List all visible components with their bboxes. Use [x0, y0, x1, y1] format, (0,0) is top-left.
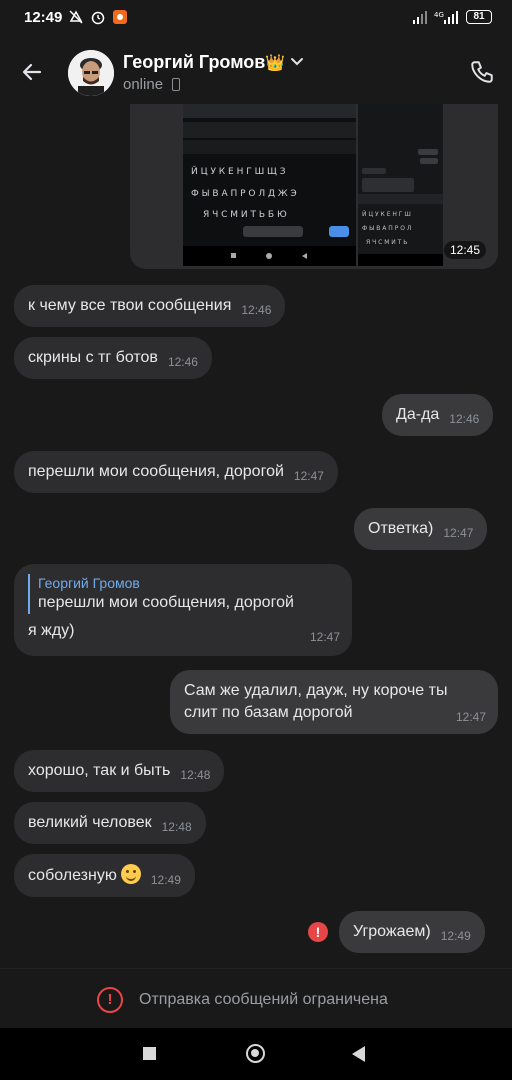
message-text: я жду): [28, 622, 75, 639]
recent-apps-button[interactable]: [143, 1047, 156, 1060]
mobile-device-icon: [172, 78, 180, 91]
avatar[interactable]: [68, 50, 114, 96]
svg-text:Ф Ы В А П Р О Л Д Ж Э: Ф Ы В А П Р О Л Д Ж Э: [191, 189, 297, 199]
message-time: 12:46: [241, 303, 272, 317]
call-button[interactable]: [466, 56, 498, 88]
message-text: Сам же удалил, дауж, ну короче ты слит п…: [184, 682, 448, 721]
message-bubble[interactable]: скрины с тг ботов 12:46: [14, 337, 212, 379]
message-time: 12:48: [161, 820, 192, 834]
smiling-face-emoji-icon: [120, 864, 141, 884]
image-message[interactable]: Й Ц У К Е Н Г Ш Щ З Ф Ы В А П Р О Л Д Ж …: [130, 104, 498, 269]
app-notification-icon: [112, 9, 128, 25]
message-bubble[interactable]: соболезную 12:49: [14, 854, 195, 897]
arrow-left-icon: [22, 63, 42, 81]
signal-icon: [412, 9, 428, 25]
message-bubble[interactable]: Угрожаем) 12:49: [339, 911, 485, 953]
svg-text:Й Ц У К Е Н Г Ш Щ З: Й Ц У К Е Н Г Ш Щ З: [191, 165, 286, 177]
quoted-author: Георгий Громов: [38, 575, 140, 591]
contact-status: online: [123, 76, 164, 93]
message-time: 12:45: [443, 241, 486, 259]
warning-icon: !: [97, 987, 123, 1013]
alarm-icon: [90, 9, 106, 25]
quoted-text: перешли мои сообщения, дорогой: [38, 594, 294, 611]
contact-name[interactable]: Георгий Громов: [123, 52, 265, 73]
reply-message-bubble[interactable]: Георгий Громов перешли мои сообщения, до…: [14, 564, 352, 656]
message-bubble[interactable]: Ответка) 12:47: [354, 508, 488, 550]
message-bubble[interactable]: Да-да 12:46: [382, 394, 494, 436]
message-bubble[interactable]: великий человек 12:48: [14, 802, 206, 844]
message-text: великий человек: [28, 814, 152, 831]
dnd-off-icon: [68, 9, 84, 25]
message-text: Ответка): [368, 520, 434, 537]
send-error-icon[interactable]: !: [308, 922, 328, 942]
message-time: 12:47: [443, 526, 474, 540]
message-time: 12:47: [293, 469, 324, 483]
message-time: 12:46: [449, 412, 480, 426]
svg-text:4G: 4G: [434, 11, 444, 19]
screenshot-thumbnail: Й Ц У К Е Н Г Ш Щ З Ф Ы В А П Р О Л Д Ж …: [183, 104, 356, 266]
message-text: Угрожаем): [353, 923, 431, 940]
system-navigation-bar: [0, 1028, 512, 1080]
message-time: 12:49: [440, 929, 471, 943]
system-back-button[interactable]: [352, 1046, 365, 1062]
avatar-image: [68, 50, 114, 96]
message-time: 12:47: [309, 630, 340, 644]
message-bubble[interactable]: хорошо, так и быть 12:48: [14, 750, 225, 792]
message-text: перешли мои сообщения, дорогой: [28, 463, 284, 480]
message-time: 12:46: [167, 355, 198, 369]
message-bubble[interactable]: к чему все твои сообщения 12:46: [14, 285, 286, 327]
message-time: 12:49: [150, 873, 181, 887]
message-bubble[interactable]: перешли мои сообщения, дорогой 12:47: [14, 451, 338, 493]
crown-icon: 👑: [265, 55, 285, 72]
svg-text:Я Ч С М И Т Ь: Я Ч С М И Т Ь: [366, 239, 407, 246]
screenshot-thumbnail: Й Ц У К Е Н Г Ш Ф Ы В А П Р О Л Я Ч С М …: [358, 104, 443, 266]
message-bubble[interactable]: Сам же удалил, дауж, ну короче ты слит п…: [170, 670, 498, 734]
status-time: 12:49: [24, 9, 63, 26]
svg-text:Ф Ы В А П Р О Л: Ф Ы В А П Р О Л: [362, 225, 411, 232]
phone-icon: [471, 61, 493, 83]
back-button[interactable]: [16, 56, 48, 88]
message-text: Да-да: [396, 406, 440, 423]
chevron-down-icon[interactable]: [290, 55, 304, 69]
message-time: 12:48: [180, 768, 211, 782]
network-signal-icon: 4G: [434, 9, 460, 25]
messaging-restricted-bar: ! Отправка сообщений ограничена: [0, 968, 512, 1028]
svg-text:Й Ц У К Е Н Г Ш: Й Ц У К Е Н Г Ш: [362, 211, 411, 218]
message-time: 12:47: [455, 710, 486, 724]
battery-indicator: 81: [466, 10, 492, 24]
message-text: к чему все твои сообщения: [28, 297, 232, 314]
message-text: скрины с тг ботов: [28, 349, 158, 366]
message-text: соболезную: [28, 867, 117, 884]
message-text: хорошо, так и быть: [28, 762, 171, 779]
restriction-text: Отправка сообщений ограничена: [139, 991, 388, 1008]
status-bar: 12:49 4G 81: [0, 0, 512, 38]
svg-text:Я Ч С М И Т Ь Б Ю: Я Ч С М И Т Ь Б Ю: [203, 210, 287, 220]
home-button[interactable]: [246, 1044, 265, 1063]
quoted-message[interactable]: Георгий Громов перешли мои сообщения, до…: [28, 574, 338, 614]
chat-header: Георгий Громов 👑 online: [0, 38, 512, 106]
